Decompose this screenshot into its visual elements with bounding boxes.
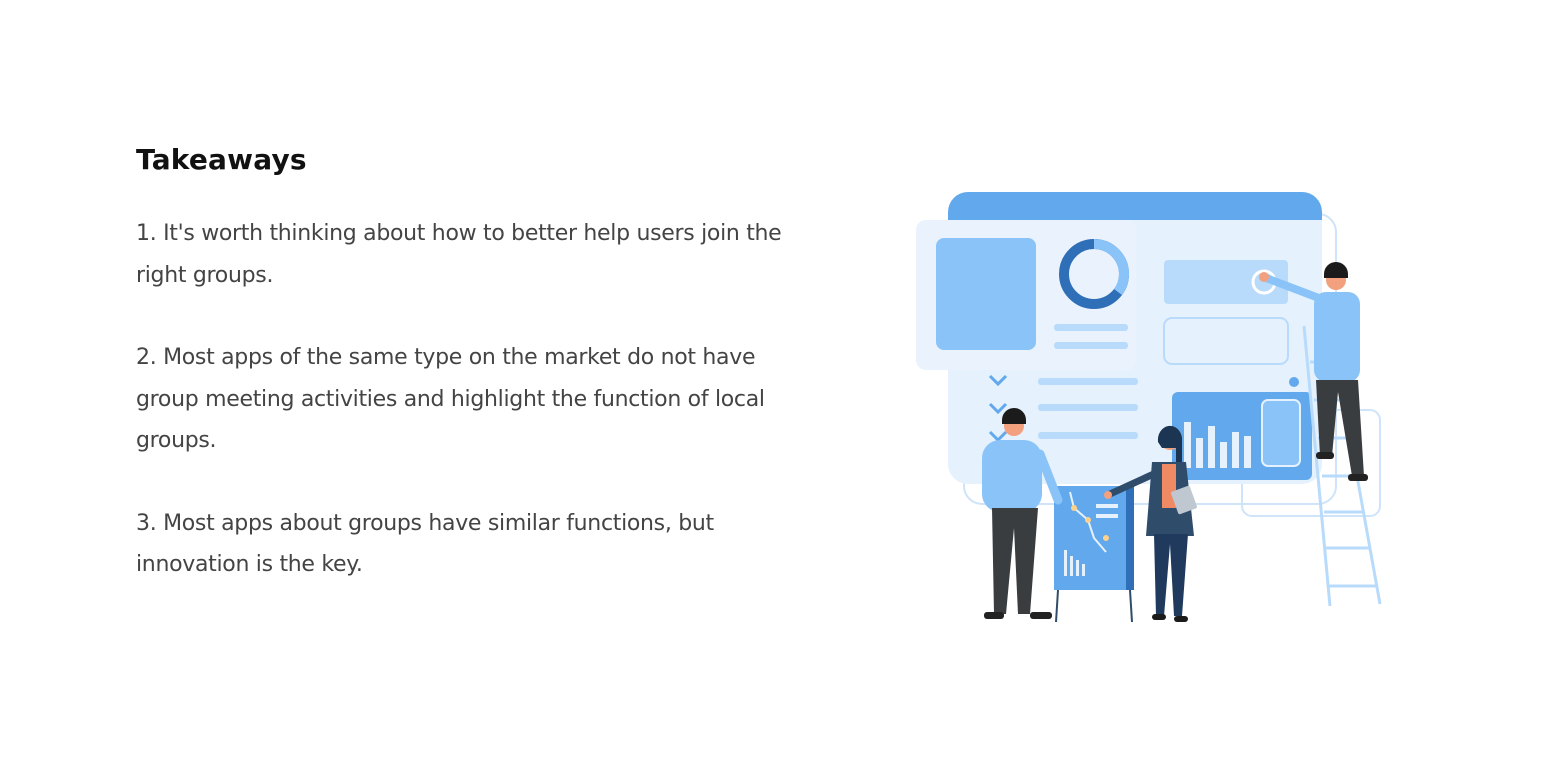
dashboard-team-illustration bbox=[916, 192, 1382, 623]
bar-6 bbox=[1244, 436, 1251, 468]
card-line-1 bbox=[1054, 324, 1128, 331]
bar-2 bbox=[1196, 438, 1203, 468]
section-title: Takeaways bbox=[136, 143, 307, 176]
bar-1 bbox=[1184, 422, 1191, 468]
dashboard-header-bar bbox=[948, 192, 1322, 220]
takeaways-section: Takeaways 1. It's worth thinking about h… bbox=[0, 0, 1544, 782]
takeaway-item-3: 3. Most apps about groups have similar f… bbox=[136, 510, 714, 578]
phone-outline bbox=[1261, 399, 1301, 467]
status-dot bbox=[1289, 377, 1299, 387]
bar-4 bbox=[1220, 442, 1227, 468]
takeaways-text-column: Takeaways 1. It's worth thinking about h… bbox=[136, 140, 816, 586]
bar-3 bbox=[1208, 426, 1215, 468]
checklist-line-1 bbox=[1038, 378, 1138, 385]
card-image-block bbox=[936, 238, 1036, 350]
takeaway-item-2: 2. Most apps of the same type on the mar… bbox=[136, 345, 765, 453]
bar-5 bbox=[1232, 432, 1239, 468]
checklist-line-3 bbox=[1038, 432, 1138, 439]
card-line-2 bbox=[1054, 342, 1128, 349]
takeaway-item-1: 1. It's worth thinking about how to bett… bbox=[136, 221, 782, 288]
checklist-line-2 bbox=[1038, 404, 1138, 411]
presentation-board bbox=[1054, 486, 1134, 623]
